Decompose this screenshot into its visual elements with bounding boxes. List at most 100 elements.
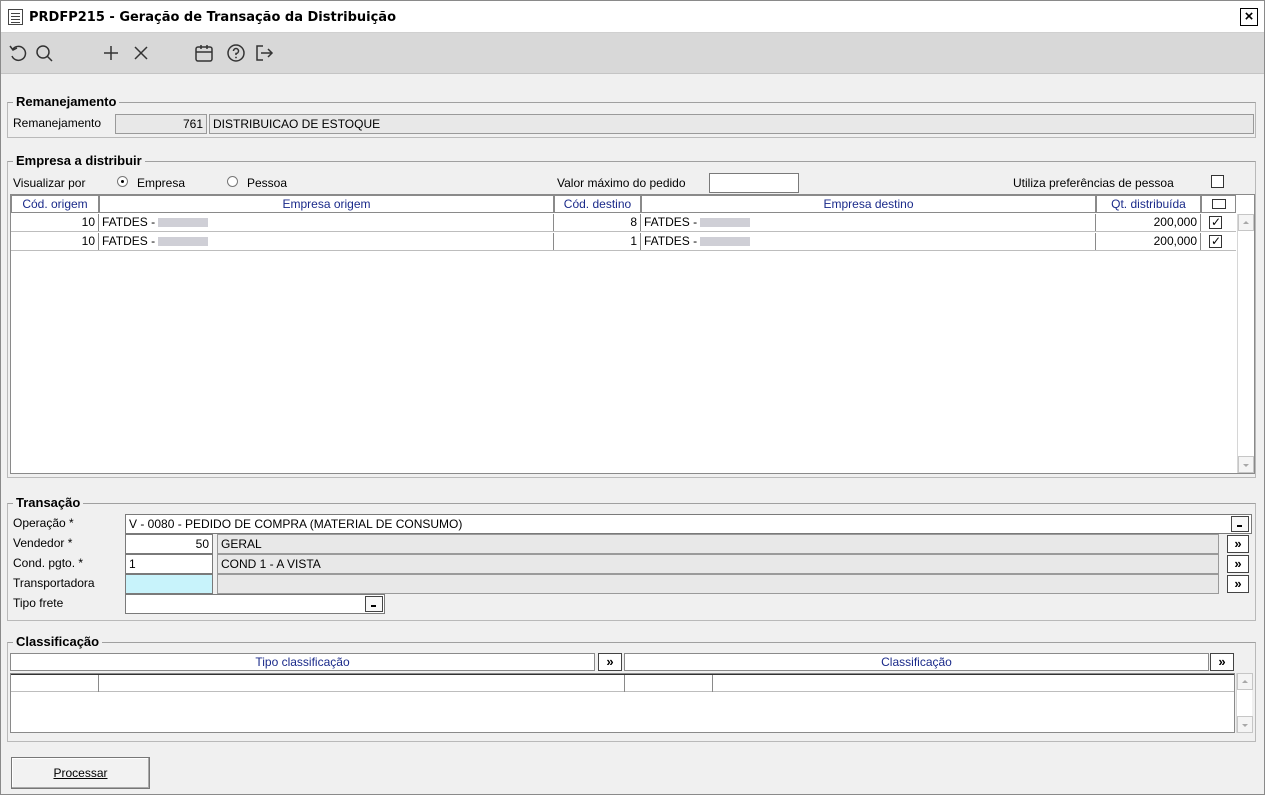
valor-max-input[interactable]	[709, 173, 799, 193]
select-all-header[interactable]	[1201, 195, 1236, 213]
remanejamento-title: Remanejamento	[13, 94, 120, 109]
row-checkbox[interactable]	[1209, 215, 1222, 229]
cond-pgto-code-field[interactable]: 1	[125, 554, 213, 574]
help-icon[interactable]	[225, 42, 247, 64]
redacted-block	[700, 237, 751, 247]
table-row[interactable]: 10 FATDES - 8 FATDES - 200,000	[11, 214, 1236, 232]
window-title: PRDFP215 - Geração de Transação da Distr…	[29, 10, 396, 25]
scroll-up-icon	[1243, 221, 1249, 224]
processar-button[interactable]: Processar	[11, 757, 150, 789]
classificacao-grid: Tipo classificação » Classificação »	[10, 653, 1255, 735]
radio-empresa-label[interactable]: Empresa	[137, 176, 185, 190]
cell-empresa-destino-text: FATDES -	[644, 215, 698, 229]
cell-qt-distribuida[interactable]: 200,000	[1096, 233, 1201, 250]
tipo-frete-label: Tipo frete	[13, 596, 64, 610]
empresa-scrollbar[interactable]	[1237, 214, 1254, 473]
empresa-grid: Cód. origem Empresa origem Cód. destino …	[10, 194, 1255, 474]
classificacao-title: Classificação	[13, 634, 103, 649]
classificacao-rows	[10, 673, 1235, 733]
preferencias-label: Utiliza preferências de pessoa	[1013, 176, 1174, 190]
main-window: PRDFP215 - Geração de Transação da Distr…	[0, 0, 1265, 795]
cell-class-description	[713, 675, 1234, 692]
cell-empresa-origem-text: FATDES -	[102, 234, 156, 248]
operacao-dropdown-icon[interactable]	[1231, 516, 1249, 532]
cell-cod-destino: 1	[554, 233, 641, 250]
col-cod-origem[interactable]: Cód. origem	[11, 195, 99, 213]
transportadora-name-field	[217, 574, 1219, 594]
classificacao-scrollbar[interactable]	[1236, 673, 1253, 733]
transportadora-code-field[interactable]	[125, 574, 213, 594]
cell-empresa-origem: FATDES -	[99, 214, 554, 231]
col-tipo-classificacao[interactable]: Tipo classificação	[10, 653, 595, 671]
vendedor-name-field: GERAL	[217, 534, 1219, 554]
operacao-label: Operação *	[13, 516, 74, 530]
cond-pgto-lookup-button[interactable]: »	[1227, 555, 1249, 573]
cell-empresa-destino: FATDES -	[641, 214, 1096, 231]
scroll-down-icon	[1242, 724, 1248, 727]
scroll-up-button[interactable]	[1237, 673, 1253, 690]
radio-empresa[interactable]	[117, 176, 128, 187]
search-icon[interactable]	[33, 42, 55, 64]
preferencias-checkbox[interactable]	[1211, 175, 1224, 188]
redacted-block	[158, 237, 209, 247]
redacted-block	[700, 218, 751, 228]
scroll-down-button[interactable]	[1238, 456, 1254, 473]
exit-icon[interactable]	[253, 42, 275, 64]
app-icon	[8, 9, 23, 25]
processar-label: Processar	[53, 766, 108, 780]
transportadora-lookup-button[interactable]: »	[1227, 575, 1249, 593]
close-button[interactable]: ×	[1240, 8, 1258, 26]
cell-cod-origem: 10	[11, 214, 99, 231]
cell-tipo-code[interactable]	[11, 675, 99, 692]
operacao-select[interactable]: V - 0080 - PEDIDO DE COMPRA (MATERIAL DE…	[125, 514, 1252, 534]
scroll-down-button[interactable]	[1237, 716, 1253, 733]
remanejamento-description-field: DISTRIBUICAO DE ESTOQUE	[209, 114, 1254, 134]
cell-empresa-destino: FATDES -	[641, 233, 1096, 250]
tipo-frete-dropdown-icon[interactable]	[365, 596, 383, 612]
cell-empresa-origem: FATDES -	[99, 233, 554, 250]
cell-empresa-destino-text: FATDES -	[644, 234, 698, 248]
redacted-block	[158, 218, 209, 228]
tipo-classificacao-lookup-button[interactable]: »	[598, 653, 622, 671]
cond-pgto-name-field: COND 1 - A VISTA	[217, 554, 1219, 574]
vendedor-code-field[interactable]: 50	[125, 534, 213, 554]
col-empresa-destino[interactable]: Empresa destino	[641, 195, 1096, 213]
refresh-icon[interactable]	[7, 42, 29, 64]
cell-qt-distribuida[interactable]: 200,000	[1096, 214, 1201, 231]
toolbar	[1, 33, 1264, 74]
vendedor-lookup-button[interactable]: »	[1227, 535, 1249, 553]
remanejamento-label: Remanejamento	[13, 116, 102, 130]
vendedor-label: Vendedor *	[13, 536, 73, 550]
visualizar-label: Visualizar por	[13, 176, 86, 190]
transacao-title: Transação	[13, 495, 84, 510]
cell-class-code[interactable]	[625, 675, 713, 692]
select-all-icon	[1211, 199, 1226, 209]
classificacao-lookup-button[interactable]: »	[1210, 653, 1234, 671]
valor-max-label: Valor máximo do pedido	[557, 176, 686, 190]
cell-cod-destino: 8	[554, 214, 641, 231]
title-bar: PRDFP215 - Geração de Transação da Distr…	[1, 1, 1264, 33]
cell-empresa-origem-text: FATDES -	[102, 215, 156, 229]
scroll-up-button[interactable]	[1238, 214, 1254, 231]
cell-cod-origem: 10	[11, 233, 99, 250]
cond-pgto-label: Cond. pgto. *	[13, 556, 84, 570]
cell-tipo-description	[99, 675, 625, 692]
scroll-up-icon	[1242, 680, 1248, 683]
tipo-frete-select[interactable]	[125, 594, 385, 614]
col-cod-destino[interactable]: Cód. destino	[554, 195, 641, 213]
remanejamento-code-field[interactable]: 761	[115, 114, 207, 134]
radio-pessoa-label[interactable]: Pessoa	[247, 176, 287, 190]
add-icon[interactable]	[100, 42, 122, 64]
col-qt-distribuida[interactable]: Qt. distribuída	[1096, 195, 1201, 213]
radio-pessoa[interactable]	[227, 176, 238, 187]
table-row[interactable]	[11, 674, 1234, 692]
col-classificacao[interactable]: Classificação	[624, 653, 1209, 671]
delete-icon[interactable]	[130, 42, 152, 64]
scroll-down-icon	[1243, 464, 1249, 467]
transportadora-label: Transportadora	[13, 576, 95, 590]
table-row[interactable]: 10 FATDES - 1 FATDES - 200,000	[11, 233, 1236, 251]
empresa-title: Empresa a distribuir	[13, 153, 145, 168]
col-empresa-origem[interactable]: Empresa origem	[99, 195, 554, 213]
row-checkbox[interactable]	[1209, 234, 1222, 248]
calendar-icon[interactable]	[193, 42, 215, 64]
